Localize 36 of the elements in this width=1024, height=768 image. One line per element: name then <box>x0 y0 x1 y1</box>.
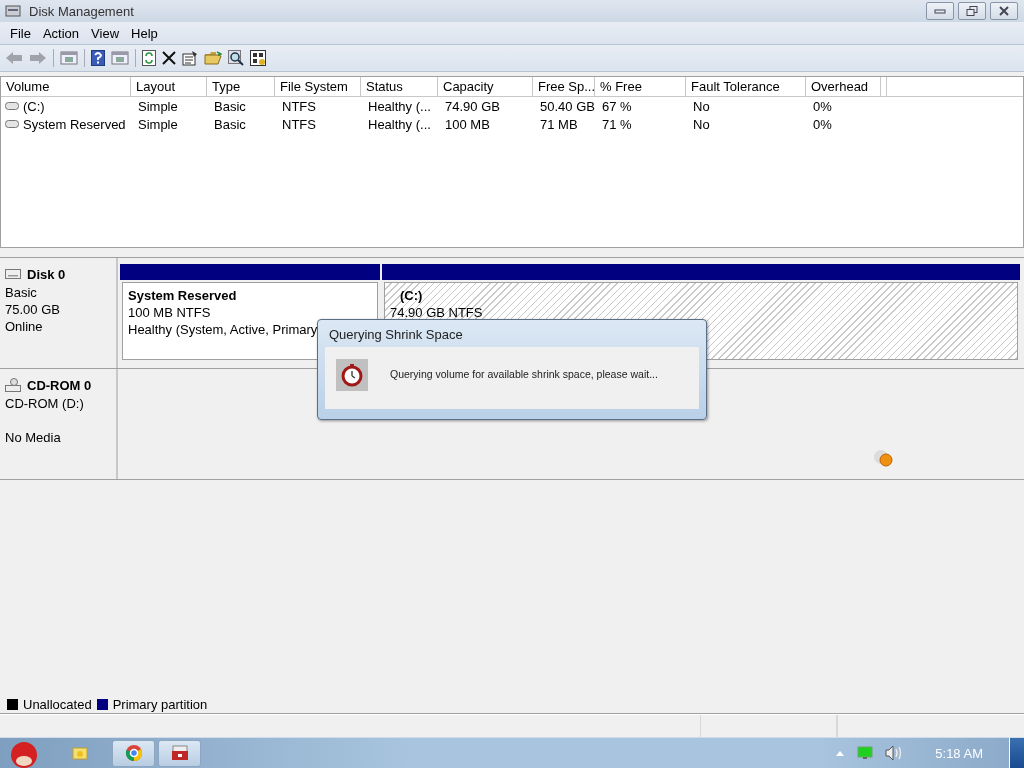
disk-info: CD-ROM (D:) <box>5 395 85 412</box>
table-cell-text: 71 MB <box>539 116 579 132</box>
disk-info: Basic <box>5 284 38 301</box>
table-cell-text: Simple <box>137 98 179 114</box>
table-cell-text: No <box>692 98 711 114</box>
dialog-message: Querying volume for available shrink space, please wait... <box>390 368 658 380</box>
table-cell-text: Healthy (... <box>367 98 432 114</box>
table-cell: System Reserved <box>23 116 126 132</box>
table-cell-text: 67 % <box>601 98 633 114</box>
partition-name: (C:) <box>399 287 423 304</box>
table-cell-text: NTFS <box>281 98 317 114</box>
table-cell-text: NTFS <box>281 116 317 132</box>
table-cell-text: Simple <box>137 116 179 132</box>
table-cell-text: Basic <box>213 98 247 114</box>
disk-info: 75.00 GB <box>5 301 61 318</box>
window-title: Disk Management <box>29 3 134 19</box>
table-cell-text: No <box>692 116 711 132</box>
table-cell-text: 74.90 GB <box>444 98 501 114</box>
disk-name: Disk 0 <box>27 266 66 282</box>
table-cell-text: 71 % <box>601 116 633 132</box>
disk-info: Online <box>5 318 44 335</box>
disk-info: No Media <box>5 429 62 446</box>
partition-name: System Reserved <box>128 287 237 304</box>
legend-label: Primary partition <box>112 696 208 712</box>
disk-name: CD-ROM 0 <box>27 377 92 393</box>
partition-size: 74.90 GB NTFS <box>390 304 483 321</box>
table-cell-text: 0% <box>812 98 833 114</box>
partition-size: 100 MB NTFS <box>128 304 211 321</box>
table-cell-text: 0% <box>812 116 833 132</box>
table-cell: (C:) <box>23 98 45 114</box>
table-cell-text: Healthy (... <box>367 116 432 132</box>
table-cell-text: 100 MB <box>444 116 491 132</box>
partition-status: Healthy (System, Active, Primary <box>128 321 318 338</box>
table-cell-text: Basic <box>213 116 247 132</box>
table-cell-text: 50.40 GB <box>539 98 595 114</box>
legend-label: Unallocated <box>23 696 92 712</box>
